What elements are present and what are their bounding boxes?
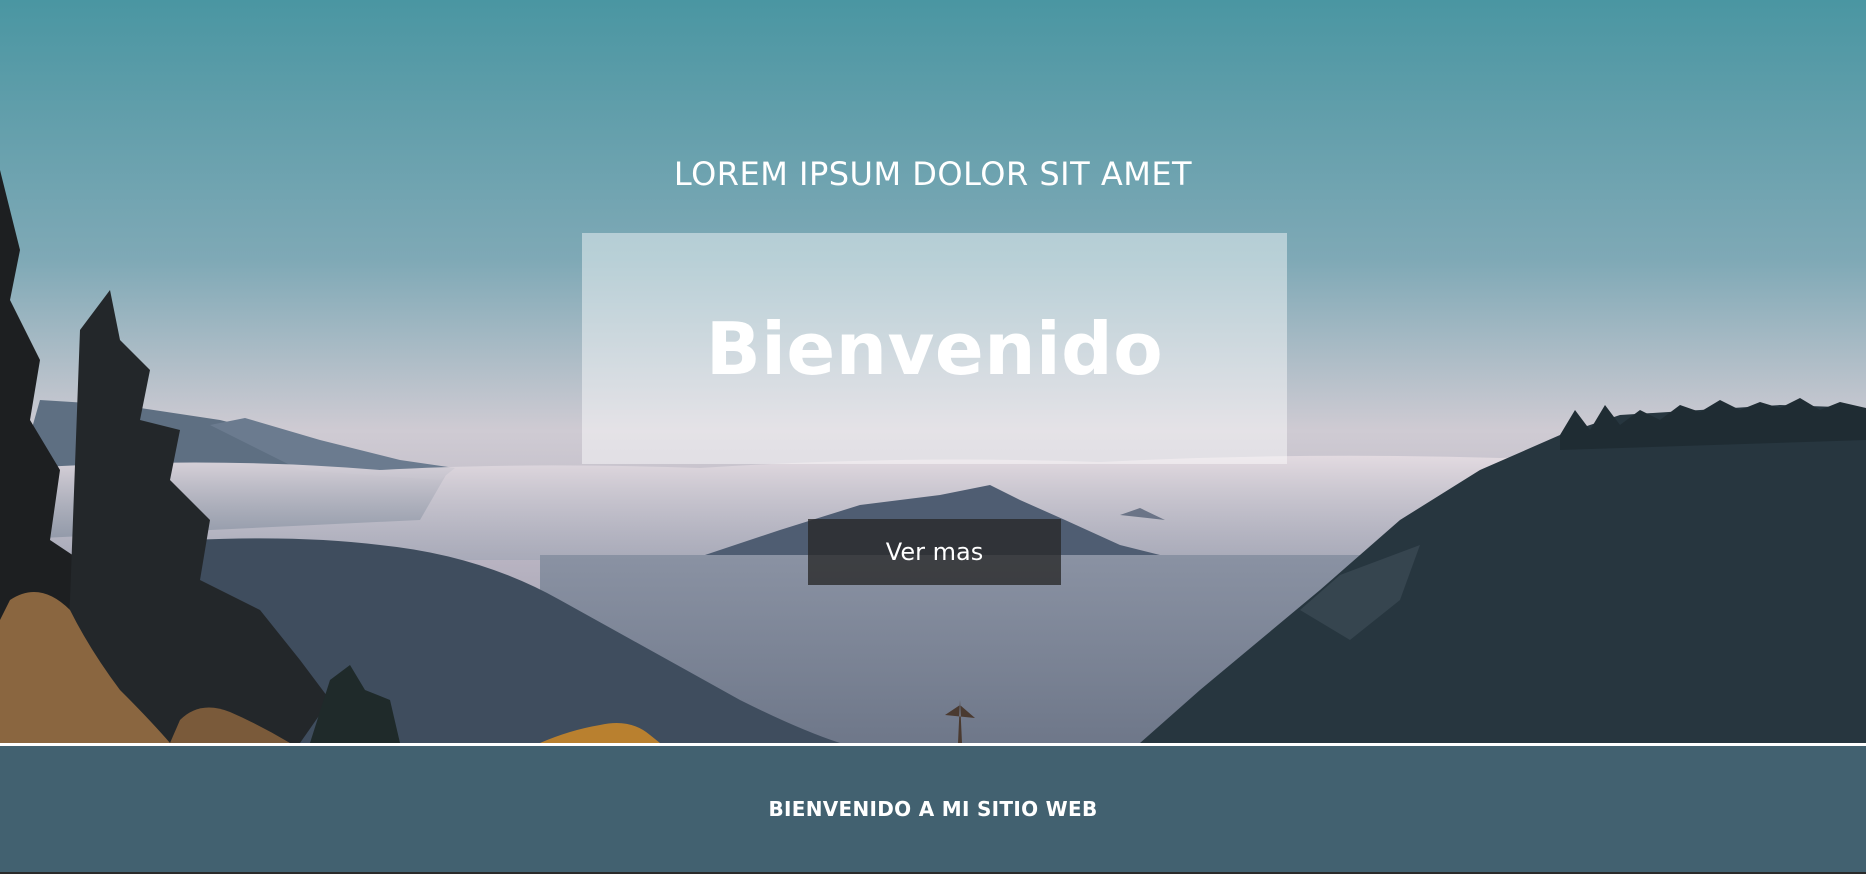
- hero-subtitle: LOREM IPSUM DOLOR SIT AMET: [673, 155, 1193, 193]
- ver-mas-button[interactable]: Ver mas: [808, 519, 1061, 585]
- page: LOREM IPSUM DOLOR SIT AMET Bienvenido Ve…: [0, 0, 1866, 874]
- welcome-title: Bienvenido: [705, 306, 1164, 391]
- welcome-section: BIENVENIDO A MI SITIO WEB: [0, 746, 1866, 872]
- welcome-box: Bienvenido: [582, 233, 1287, 464]
- hero-section: LOREM IPSUM DOLOR SIT AMET Bienvenido Ve…: [0, 0, 1866, 743]
- section-heading: BIENVENIDO A MI SITIO WEB: [768, 797, 1098, 821]
